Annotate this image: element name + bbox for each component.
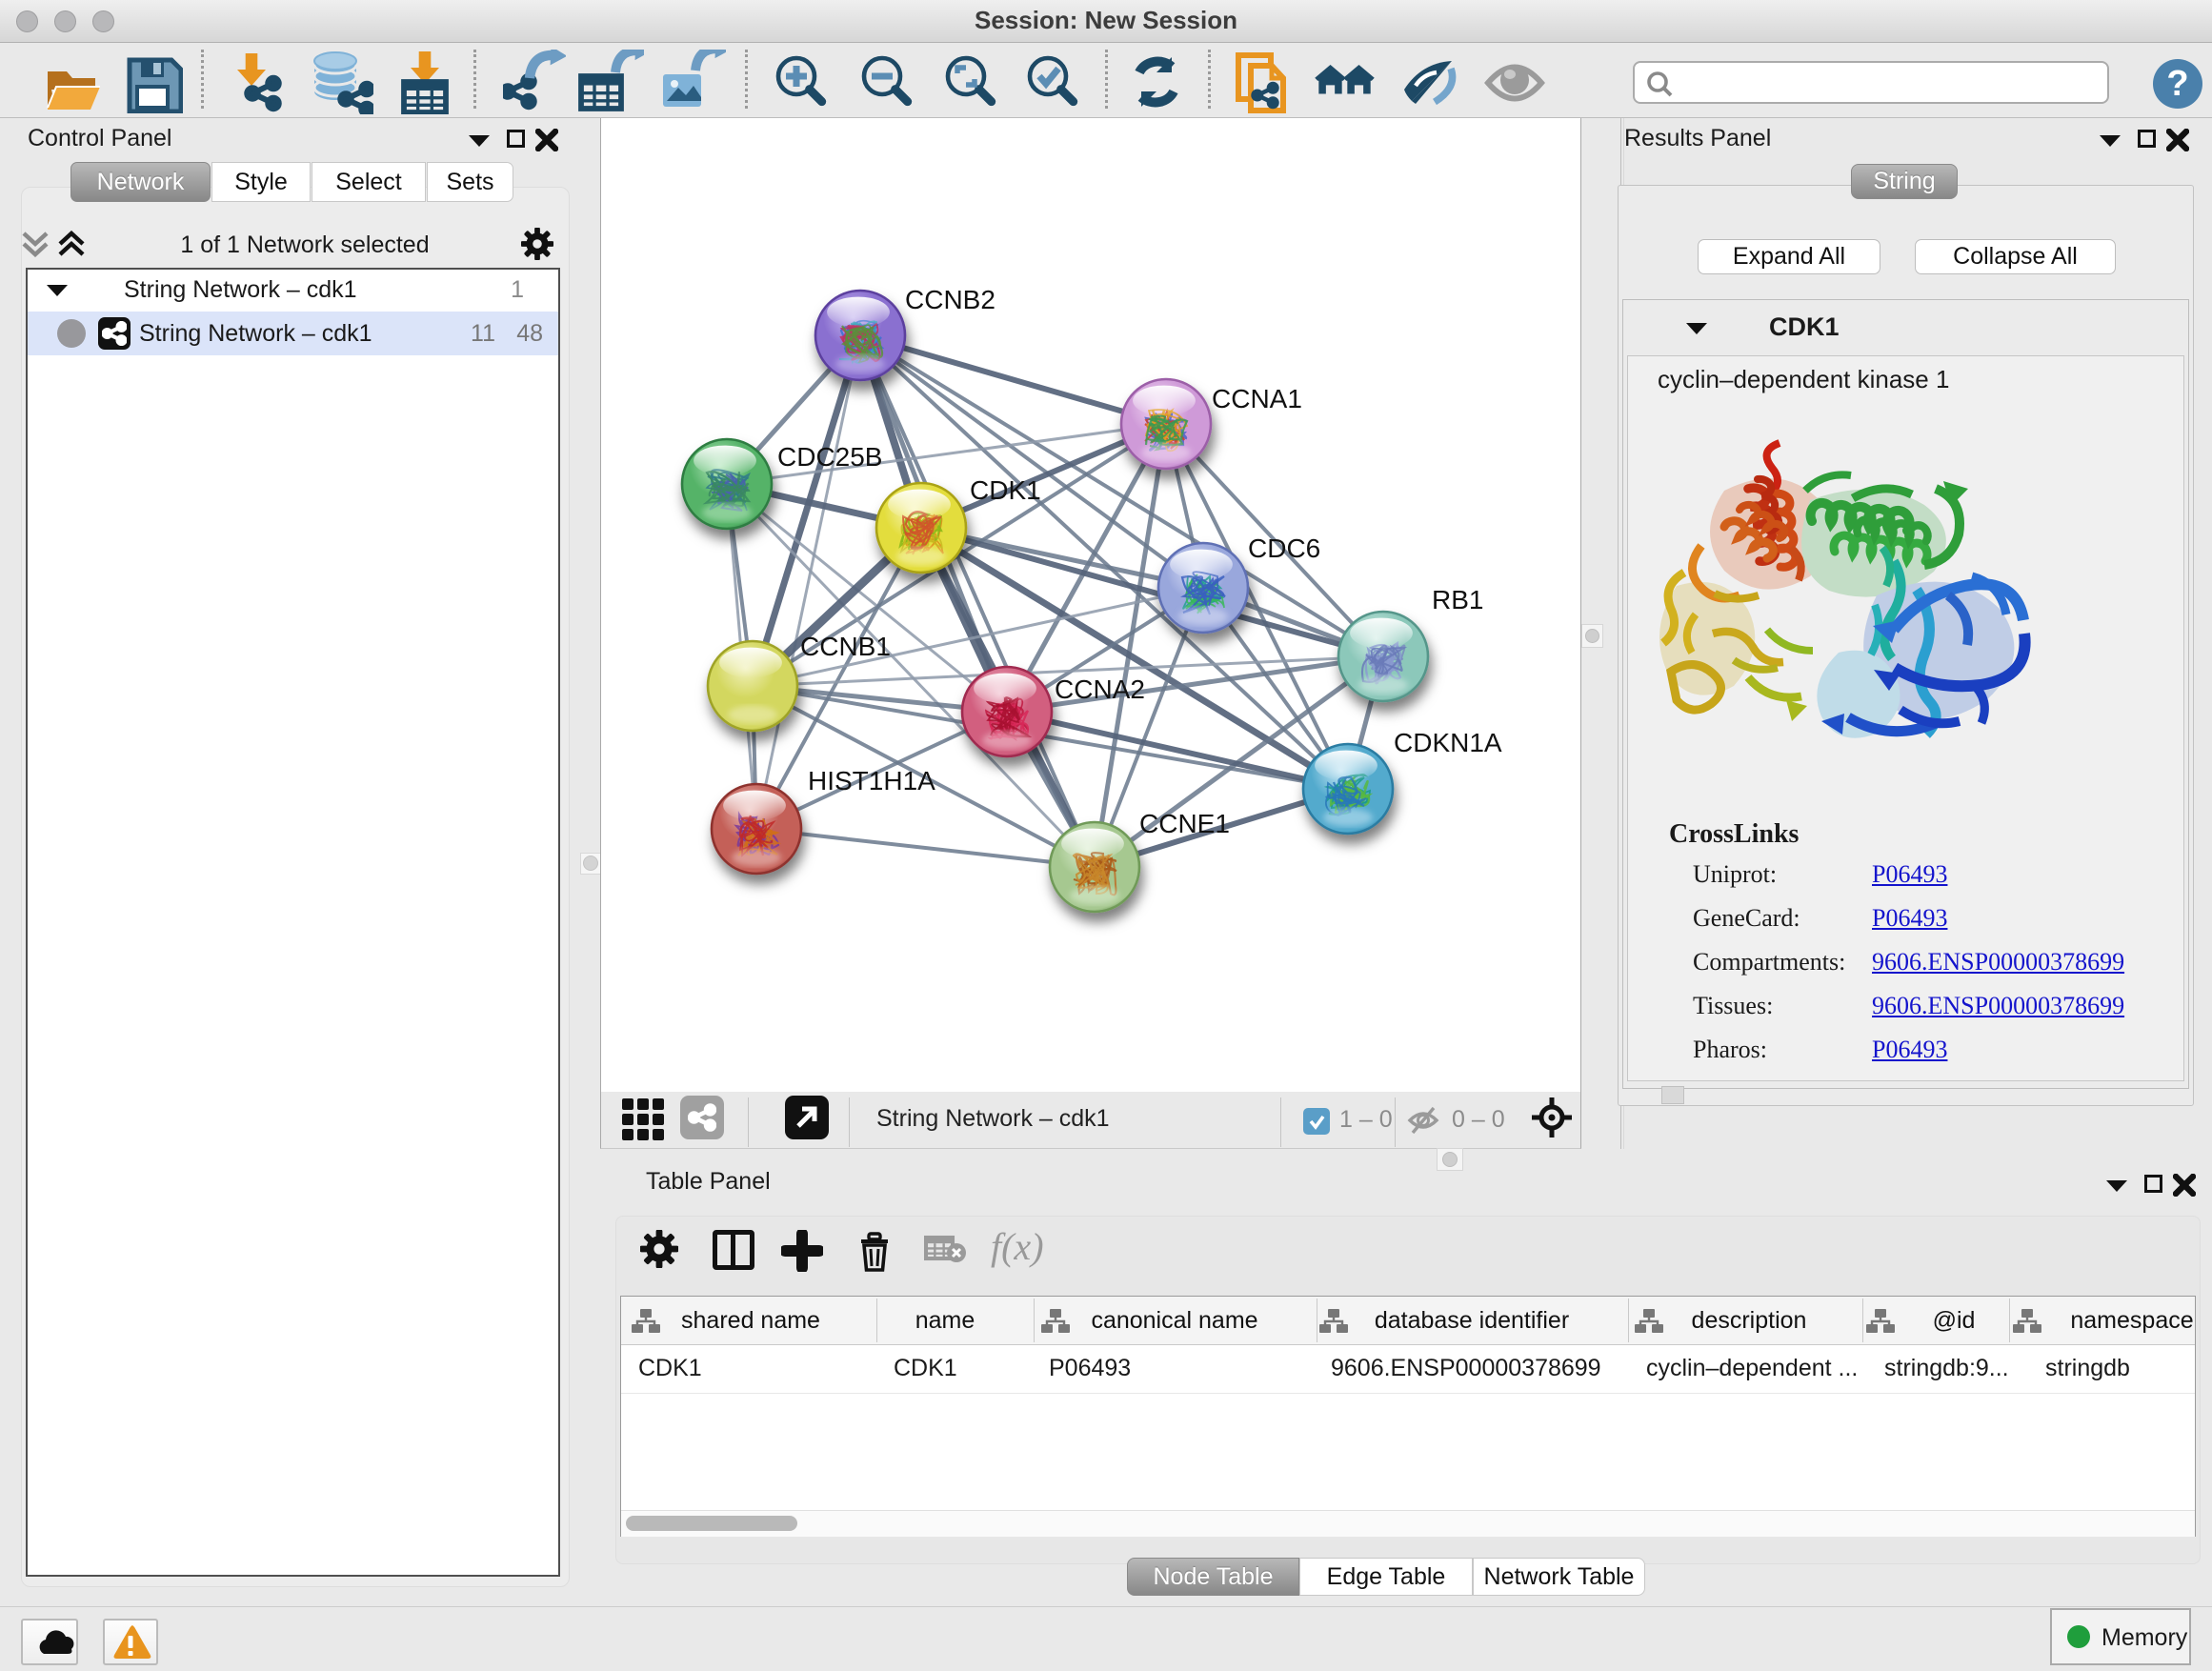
svg-text:CDKN1A: CDKN1A bbox=[1394, 728, 1502, 757]
svg-text:CCNE1: CCNE1 bbox=[1139, 809, 1230, 838]
svg-text:CCNB1: CCNB1 bbox=[800, 632, 891, 661]
svg-text:HIST1H1A: HIST1H1A bbox=[808, 766, 935, 795]
svg-text:CDK1: CDK1 bbox=[970, 475, 1041, 505]
svg-text:CDC25B: CDC25B bbox=[777, 442, 882, 472]
svg-text:CCNB2: CCNB2 bbox=[905, 285, 995, 314]
svg-text:CCNA1: CCNA1 bbox=[1212, 384, 1302, 413]
svg-text:CDC6: CDC6 bbox=[1248, 534, 1320, 563]
svg-text:RB1: RB1 bbox=[1432, 585, 1483, 614]
svg-text:CCNA2: CCNA2 bbox=[1055, 674, 1145, 704]
